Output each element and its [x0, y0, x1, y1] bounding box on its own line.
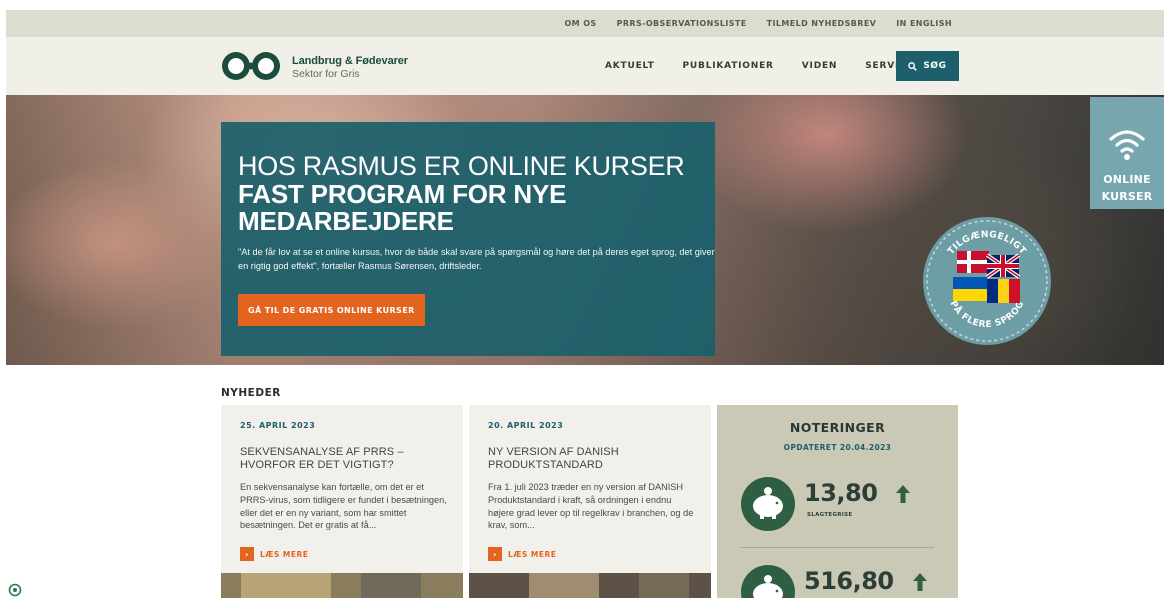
news-excerpt: En sekvensanalyse kan fortælle, om det e…	[240, 482, 447, 531]
hero-card: HOS RASMUS ER ONLINE KURSER FAST PROGRAM…	[221, 122, 715, 356]
utility-links: OM OS PRRS-OBSERVATIONSLISTE TILMELD NYH…	[554, 10, 962, 37]
hero-title-light: HOS RASMUS ER ONLINE KURSER	[238, 151, 685, 181]
utility-link-prrs[interactable]: PRRS-OBSERVATIONSLISTE	[607, 19, 757, 28]
divider	[741, 547, 934, 548]
main-header: Landbrug & Fødevarer Sektor for Gris AKT…	[6, 37, 1164, 95]
price-metric[interactable]: 13,80 SLAGTEGRISE	[741, 477, 941, 537]
danish-flag-icon	[957, 251, 989, 273]
brand-name: Landbrug & Fødevarer	[292, 55, 408, 67]
chevron-right-icon: ›	[488, 547, 502, 561]
brand-subtitle: Sektor for Gris	[292, 68, 360, 80]
online-courses-badge[interactable]: ONLINE KURSER	[1090, 97, 1164, 209]
utility-link-newsletter[interactable]: TILMELD NYHEDSBREV	[757, 19, 887, 28]
notes-panel: NOTERINGER OPDATERET 20.04.2023 13,80 SL…	[717, 405, 958, 598]
wifi-icon	[1109, 130, 1145, 160]
read-more-label: LÆS MERE	[260, 549, 309, 559]
hero-banner: HOS RASMUS ER ONLINE KURSER FAST PROGRAM…	[6, 95, 1164, 365]
nav-aktuelt[interactable]: AKTUELT	[591, 61, 669, 71]
arrow-up-icon	[896, 485, 910, 503]
ukraine-flag-icon	[953, 277, 987, 301]
utility-link-om-os[interactable]: OM OS	[554, 19, 606, 28]
piggy-bank-icon	[741, 477, 795, 531]
news-section-title: NYHEDER	[221, 387, 281, 399]
online-badge-line2: KURSER	[1101, 190, 1153, 203]
metric-label: SLAGTEGRISE	[807, 512, 853, 518]
cookie-settings-icon[interactable]	[8, 583, 22, 597]
online-badge-line1: ONLINE	[1103, 173, 1151, 186]
main-nav: AKTUELT PUBLIKATIONER VIDEN SERVICES	[591, 37, 935, 95]
news-image	[469, 573, 711, 598]
romania-flag-icon	[987, 279, 1020, 303]
news-excerpt: Fra 1. juli 2023 træder en ny version af…	[488, 482, 694, 531]
search-label: SØG	[923, 61, 947, 71]
notes-title: NOTERINGER	[789, 420, 886, 435]
price-metric[interactable]: 516,80	[741, 565, 941, 598]
news-title[interactable]: NY VERSION AF DANISH PRODUKTSTANDARD	[488, 446, 698, 471]
news-date: 20. APRIL 2023	[488, 421, 564, 430]
metric-value: 13,80	[804, 479, 878, 507]
arrow-up-icon	[913, 573, 927, 591]
utility-link-english[interactable]: IN ENGLISH	[886, 19, 962, 28]
metric-value: 516,80	[804, 567, 894, 595]
logo[interactable]	[221, 51, 281, 81]
read-more-link[interactable]: › LÆS MERE	[240, 547, 308, 561]
brand-text[interactable]: Landbrug & Fødevarer Sektor for Gris	[292, 55, 408, 80]
nav-viden[interactable]: VIDEN	[788, 61, 851, 71]
languages-badge: TILGÆNGELIGT PÅ FLERE SPROG	[923, 217, 1051, 345]
hero-quote: "At de får lov at se et online kursus, h…	[238, 247, 715, 271]
online-courses-button[interactable]: GÅ TIL DE GRATIS ONLINE KURSER	[238, 294, 425, 326]
utility-bar: OM OS PRRS-OBSERVATIONSLISTE TILMELD NYH…	[6, 10, 1164, 37]
chevron-right-icon: ›	[240, 547, 254, 561]
nav-publikationer[interactable]: PUBLIKATIONER	[669, 61, 788, 71]
search-button[interactable]: SØG	[896, 51, 959, 81]
news-title[interactable]: SEKVENSANALYSE AF PRRS – HVORFOR ER DET …	[240, 446, 450, 471]
uk-flag-icon	[985, 253, 1021, 279]
read-more-label: LÆS MERE	[508, 549, 557, 559]
hero-title-bold-1: FAST PROGRAM FOR NYE	[238, 179, 567, 209]
notes-updated: OPDATERET 20.04.2023	[783, 443, 892, 452]
news-date: 25. APRIL 2023	[240, 421, 316, 430]
news-card[interactable]: 20. APRIL 2023 NY VERSION AF DANISH PROD…	[469, 405, 711, 598]
read-more-link[interactable]: › LÆS MERE	[488, 547, 556, 561]
news-card[interactable]: 25. APRIL 2023 SEKVENSANALYSE AF PRRS – …	[221, 405, 463, 598]
hero-title-bold-2: MEDARBEJDERE	[238, 206, 454, 236]
piggy-bank-icon	[741, 565, 795, 598]
news-image	[221, 573, 463, 598]
search-icon	[908, 61, 918, 71]
